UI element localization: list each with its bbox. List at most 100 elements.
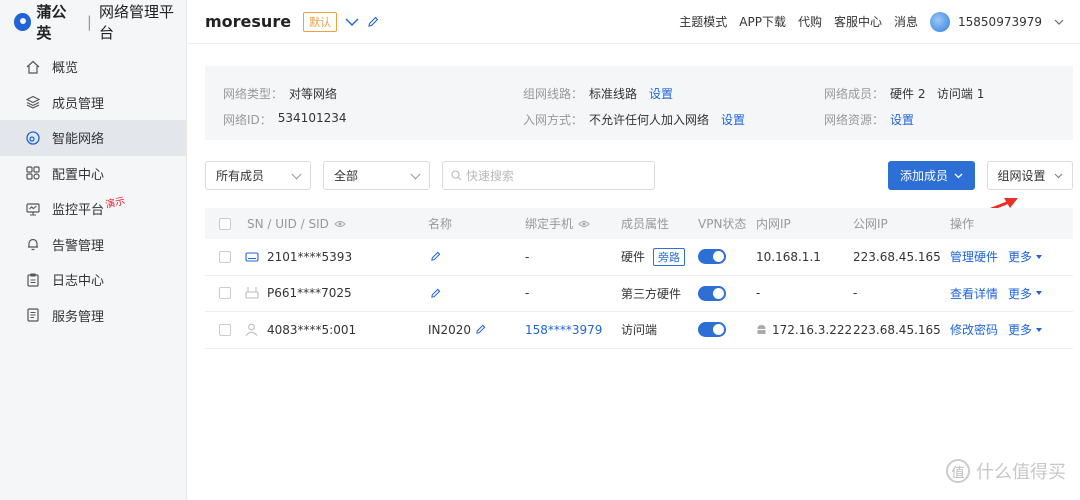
manage-hardware-link[interactable]: 管理硬件 bbox=[950, 248, 998, 265]
watermark: 值 什么值得买 bbox=[946, 458, 1066, 484]
row-phone[interactable]: 158****3979 bbox=[525, 312, 602, 348]
default-tag: 默认 bbox=[303, 11, 338, 32]
row-checkbox[interactable] bbox=[219, 287, 231, 300]
route-settings-link[interactable]: 设置 bbox=[649, 85, 673, 102]
logo-subtitle: 网络管理平台 bbox=[98, 3, 174, 42]
sidebar: 蒲公英 | 网络管理平台 概览 成员管理 智能网络 配置中心 监控平台 演示 告… bbox=[0, 0, 187, 500]
app-logo[interactable]: 蒲公英 | 网络管理平台 bbox=[0, 0, 186, 44]
join-settings-link[interactable]: 设置 bbox=[721, 111, 745, 128]
bell-icon bbox=[26, 237, 40, 251]
network-resources: 网络资源： 设置 bbox=[824, 111, 915, 128]
more-dropdown[interactable]: 更多 bbox=[1008, 321, 1043, 338]
row-lan-ip: 10.168.1.1 bbox=[756, 249, 821, 264]
app-download-link[interactable]: APP下载 bbox=[739, 13, 786, 30]
sidebar-item-label: 配置中心 bbox=[52, 167, 105, 183]
network-settings-button[interactable]: 组网设置 bbox=[987, 161, 1073, 190]
more-dropdown[interactable]: 更多 bbox=[1008, 248, 1043, 265]
vpn-toggle[interactable] bbox=[698, 322, 726, 338]
device-icon bbox=[245, 276, 259, 312]
support-link[interactable]: 客服中心 bbox=[834, 13, 882, 30]
row-checkbox[interactable] bbox=[219, 250, 231, 263]
bypass-tag: 旁路 bbox=[653, 247, 686, 266]
chevron-down-icon[interactable] bbox=[345, 17, 359, 27]
sidebar-item-label: 告警管理 bbox=[52, 238, 105, 254]
sidebar-item-label: 概览 bbox=[52, 61, 79, 77]
chevron-down-icon bbox=[954, 173, 963, 179]
topbar: moresure 默认 主题模式 APP下载 代购 客服中心 消息 158509… bbox=[187, 0, 1080, 44]
vpn-toggle[interactable] bbox=[698, 285, 726, 301]
status-filter-select[interactable]: 全部 bbox=[323, 161, 430, 190]
table-row: P661****7025 - 第三方硬件 - - 查看详情 更多 bbox=[205, 276, 1073, 312]
topbar-links: 主题模式 APP下载 代购 客服中心 消息 15850973979 bbox=[679, 11, 1064, 32]
watermark-text: 什么值得买 bbox=[976, 462, 1066, 483]
network-route: 组网线路： 标准线路 设置 bbox=[523, 85, 674, 102]
sidebar-item-alerts[interactable]: 告警管理 bbox=[0, 227, 186, 263]
router-icon bbox=[245, 239, 259, 275]
chevron-down-icon bbox=[1054, 173, 1063, 179]
layers-icon bbox=[26, 95, 40, 109]
user-icon bbox=[245, 312, 258, 348]
filter-bar: 所有成员 全部 快速搜索 添加成员 组网设置 bbox=[205, 161, 1073, 191]
messages-link[interactable]: 消息 bbox=[894, 13, 918, 30]
sidebar-item-overview[interactable]: 概览 bbox=[0, 49, 186, 85]
sidebar-item-config[interactable]: 配置中心 bbox=[0, 156, 186, 192]
col-vpn: VPN状态 bbox=[698, 217, 747, 231]
row-name: IN2020 bbox=[428, 322, 472, 337]
row-lan-ip: 172.16.3.222 bbox=[772, 322, 853, 337]
document-icon bbox=[26, 308, 40, 322]
sidebar-nav: 概览 成员管理 智能网络 配置中心 监控平台 演示 告警管理 日志中心 服务管理 bbox=[0, 49, 186, 333]
network-id: 网络ID： 534101234 bbox=[223, 111, 347, 127]
col-wan-ip: 公网IP bbox=[853, 217, 888, 231]
eye-icon[interactable] bbox=[334, 220, 346, 228]
caret-down-icon bbox=[1036, 254, 1043, 259]
eye-icon[interactable] bbox=[578, 220, 590, 228]
sidebar-item-label: 智能网络 bbox=[52, 132, 105, 148]
caret-down-icon bbox=[1036, 291, 1043, 296]
change-password-link[interactable]: 修改密码 bbox=[950, 321, 998, 338]
view-details-link[interactable]: 查看详情 bbox=[950, 285, 998, 302]
sidebar-item-monitor[interactable]: 监控平台 演示 bbox=[0, 191, 186, 227]
edit-pencil-icon[interactable] bbox=[430, 239, 441, 275]
col-name: 名称 bbox=[428, 217, 453, 231]
select-all-checkbox[interactable] bbox=[219, 217, 231, 230]
col-lan-ip: 内网IP bbox=[756, 217, 791, 231]
sidebar-item-logs[interactable]: 日志中心 bbox=[0, 262, 186, 298]
user-phone[interactable]: 15850973979 bbox=[958, 15, 1042, 29]
chevron-down-icon bbox=[291, 169, 302, 180]
search-icon bbox=[451, 170, 462, 181]
theme-mode-link[interactable]: 主题模式 bbox=[679, 13, 727, 30]
user-chevron-down-icon[interactable] bbox=[1054, 19, 1064, 25]
row-attr: 访问端 bbox=[621, 323, 658, 338]
row-id: 4083****5:001 bbox=[267, 322, 357, 337]
col-sn: SN / UID / SID bbox=[247, 208, 346, 239]
sidebar-item-members[interactable]: 成员管理 bbox=[0, 85, 186, 121]
table-row: 4083****5:001 IN2020 158****3979 访问端 172… bbox=[205, 312, 1073, 349]
network-name: moresure bbox=[205, 12, 292, 31]
sidebar-item-label: 成员管理 bbox=[52, 96, 105, 112]
add-member-button[interactable]: 添加成员 bbox=[888, 161, 975, 190]
search-input[interactable]: 快速搜索 bbox=[442, 161, 655, 190]
home-icon bbox=[26, 60, 40, 74]
vpn-toggle[interactable] bbox=[698, 249, 726, 265]
network-type: 网络类型： 对等网络 bbox=[223, 87, 338, 101]
avatar[interactable] bbox=[930, 11, 951, 32]
resources-settings-link[interactable]: 设置 bbox=[890, 111, 914, 128]
smzdm-logo-icon: 值 bbox=[946, 459, 970, 483]
edit-pencil-icon[interactable] bbox=[367, 16, 379, 28]
sidebar-item-services[interactable]: 服务管理 bbox=[0, 298, 186, 334]
table-row: 2101****5393 - 硬件 旁路 10.168.1.1 223.68.4… bbox=[205, 239, 1073, 276]
more-dropdown[interactable]: 更多 bbox=[1008, 285, 1043, 302]
join-method: 入网方式： 不允许任何人加入网络 设置 bbox=[523, 111, 746, 128]
android-icon bbox=[756, 324, 767, 336]
row-id: 2101****5393 bbox=[267, 249, 353, 264]
edit-pencil-icon[interactable] bbox=[475, 324, 486, 335]
purchase-link[interactable]: 代购 bbox=[798, 13, 822, 30]
grid-icon bbox=[26, 166, 40, 180]
row-wan-ip: 223.68.45.165 bbox=[853, 249, 941, 264]
sidebar-item-smart-network[interactable]: 智能网络 bbox=[0, 120, 186, 156]
row-wan-ip: 223.68.45.165 bbox=[853, 322, 941, 337]
member-filter-select[interactable]: 所有成员 bbox=[205, 161, 311, 190]
col-actions: 操作 bbox=[950, 217, 975, 231]
row-checkbox[interactable] bbox=[219, 323, 231, 336]
edit-pencil-icon[interactable] bbox=[430, 276, 441, 312]
